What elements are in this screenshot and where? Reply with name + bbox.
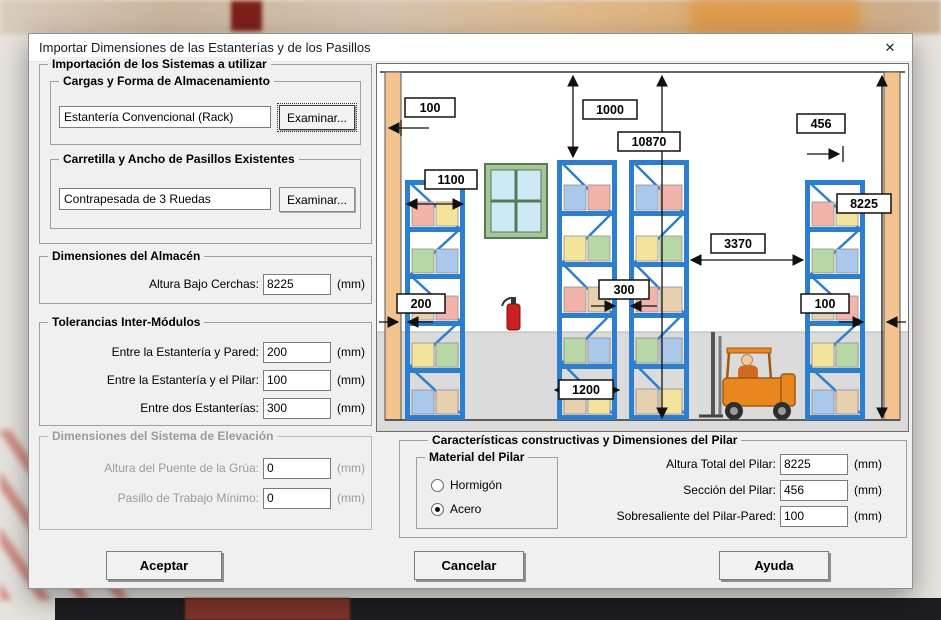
dim-right-height: 8225	[850, 197, 878, 211]
min-work-aisle-label: Pasillo de Trabajo Mínimo:	[48, 491, 263, 505]
browse-storage-button[interactable]: Examinar...	[279, 105, 355, 130]
warehouse-diagram: 100 1000 10870 456 1100 8225 3370 200 30…	[377, 64, 908, 431]
accept-button[interactable]: Aceptar	[106, 551, 222, 580]
tolerance-pillar-label: Entre la Estantería y el Pilar:	[48, 373, 263, 387]
tolerance-wall-label: Entre la Estantería y Pared:	[48, 345, 263, 359]
dim-pillar-section: 456	[811, 117, 832, 131]
tolerance-pillar-input[interactable]	[263, 370, 331, 391]
group-import-systems-title: Importación de los Sistemas a utilizar	[48, 57, 271, 71]
field-row: Pasillo de Trabajo Mínimo: (mm)	[48, 487, 365, 509]
unit-label: (mm)	[331, 461, 365, 475]
pillar-protrusion-label: Sobresaliente del Pilar-Pared:	[562, 509, 780, 523]
warehouse-illustration: 100 1000 10870 456 1100 8225 3370 200 30…	[376, 63, 909, 432]
group-pillar-material-title: Material del Pilar	[425, 450, 528, 464]
unit-label: (mm)	[848, 509, 882, 523]
dim-gap-wall-rack-left: 200	[411, 297, 432, 311]
unit-label: (mm)	[331, 277, 365, 291]
unit-label: (mm)	[331, 373, 365, 387]
group-pillar-material: Material del Pilar Hormigón Acero	[416, 457, 558, 529]
left-wall	[385, 72, 401, 420]
field-row: Entre la Estantería y el Pilar: (mm)	[48, 369, 365, 391]
browse-forklift-button[interactable]: Examinar...	[279, 187, 355, 212]
background-bottom-bar	[55, 598, 941, 620]
group-warehouse-dimensions-title: Dimensiones del Almacén	[48, 249, 204, 263]
group-storage-type: Cargas y Forma de Almacenamiento Examina…	[50, 81, 361, 145]
field-row: Entre dos Estanterías: (mm)	[48, 397, 365, 419]
pillar-total-height-label: Altura Total del Pilar:	[562, 457, 780, 471]
background-red-square	[231, 1, 262, 31]
group-elevation-system: Dimensiones del Sistema de Elevación Alt…	[39, 436, 372, 530]
dim-gap-wall-rack-top: 100	[420, 101, 441, 115]
min-work-aisle-input[interactable]	[263, 488, 331, 509]
pillar-total-height-input[interactable]	[780, 454, 848, 475]
field-row: Altura Total del Pilar: (mm)	[562, 453, 882, 475]
altura-bajo-cerchas-label: Altura Bajo Cerchas:	[48, 277, 263, 291]
group-storage-type-title: Cargas y Forma de Almacenamiento	[59, 74, 274, 88]
group-tolerances: Tolerancias Inter-Módulos Entre la Estan…	[39, 322, 372, 426]
storage-type-input[interactable]	[59, 106, 271, 128]
dim-ceiling-to-rack: 1000	[596, 103, 624, 117]
field-row: Altura Bajo Cerchas: (mm)	[48, 273, 365, 295]
radio-hormigon-dot[interactable]	[431, 479, 444, 492]
tolerance-racks-input[interactable]	[263, 398, 331, 419]
radio-hormigon[interactable]: Hormigón	[431, 478, 502, 492]
right-wall	[884, 72, 900, 420]
dim-total-height: 10870	[632, 135, 667, 149]
unit-label: (mm)	[331, 345, 365, 359]
crane-height-label: Altura del Puente de la Grúa:	[48, 461, 263, 475]
background-blur-top	[0, 0, 941, 34]
tolerance-wall-input[interactable]	[263, 342, 331, 363]
pillar-section-input[interactable]	[780, 480, 848, 501]
unit-label: (mm)	[848, 457, 882, 471]
radio-acero-label: Acero	[450, 502, 481, 516]
group-tolerances-title: Tolerancias Inter-Módulos	[48, 315, 204, 329]
background-bottom-red	[185, 598, 350, 620]
dim-gap-rack-wall-right: 100	[815, 297, 836, 311]
fire-extinguisher-icon	[502, 297, 520, 330]
field-row: Sobresaliente del Pilar-Pared: (mm)	[562, 505, 882, 527]
dim-rack-depth-bottom: 1200	[572, 383, 600, 397]
forklift-type-input[interactable]	[59, 188, 271, 210]
cancel-button[interactable]: Cancelar	[414, 551, 524, 580]
dim-rack-depth-top: 1100	[437, 173, 464, 187]
dialog-title: Importar Dimensiones de las Estanterías …	[39, 40, 371, 55]
altura-bajo-cerchas-input[interactable]	[263, 274, 331, 295]
import-dimensions-dialog: Importar Dimensiones de las Estanterías …	[28, 33, 913, 589]
background-orange-blob	[690, 0, 860, 32]
group-forklift-type-title: Carretilla y Ancho de Pasillos Existente…	[59, 152, 299, 166]
close-icon[interactable]: ✕	[868, 34, 912, 61]
field-row: Entre la Estantería y Pared: (mm)	[48, 341, 365, 363]
group-pillar-title: Características constructivas y Dimensio…	[428, 433, 741, 447]
pillar-protrusion-input[interactable]	[780, 506, 848, 527]
group-elevation-system-title: Dimensiones del Sistema de Elevación	[48, 429, 277, 443]
pillar-section-label: Sección del Pilar:	[562, 483, 780, 497]
unit-label: (mm)	[848, 483, 882, 497]
help-button[interactable]: Ayuda	[719, 551, 829, 580]
unit-label: (mm)	[331, 491, 365, 505]
radio-hormigon-label: Hormigón	[450, 478, 502, 492]
window-icon	[485, 164, 547, 238]
tolerance-racks-label: Entre dos Estanterías:	[48, 401, 263, 415]
dim-aisle-width: 3370	[724, 237, 752, 251]
group-pillar: Características constructivas y Dimensio…	[399, 440, 907, 538]
group-forklift-type: Carretilla y Ancho de Pasillos Existente…	[50, 159, 361, 229]
radio-acero[interactable]: Acero	[431, 502, 481, 516]
crane-height-input[interactable]	[263, 458, 331, 479]
dim-gap-between-racks: 300	[614, 283, 635, 297]
field-row: Sección del Pilar: (mm)	[562, 479, 882, 501]
group-warehouse-dimensions: Dimensiones del Almacén Altura Bajo Cerc…	[39, 256, 372, 304]
unit-label: (mm)	[331, 401, 365, 415]
field-row: Altura del Puente de la Grúa: (mm)	[48, 457, 365, 479]
radio-acero-dot[interactable]	[431, 503, 444, 516]
group-import-systems: Importación de los Sistemas a utilizar C…	[39, 64, 372, 244]
